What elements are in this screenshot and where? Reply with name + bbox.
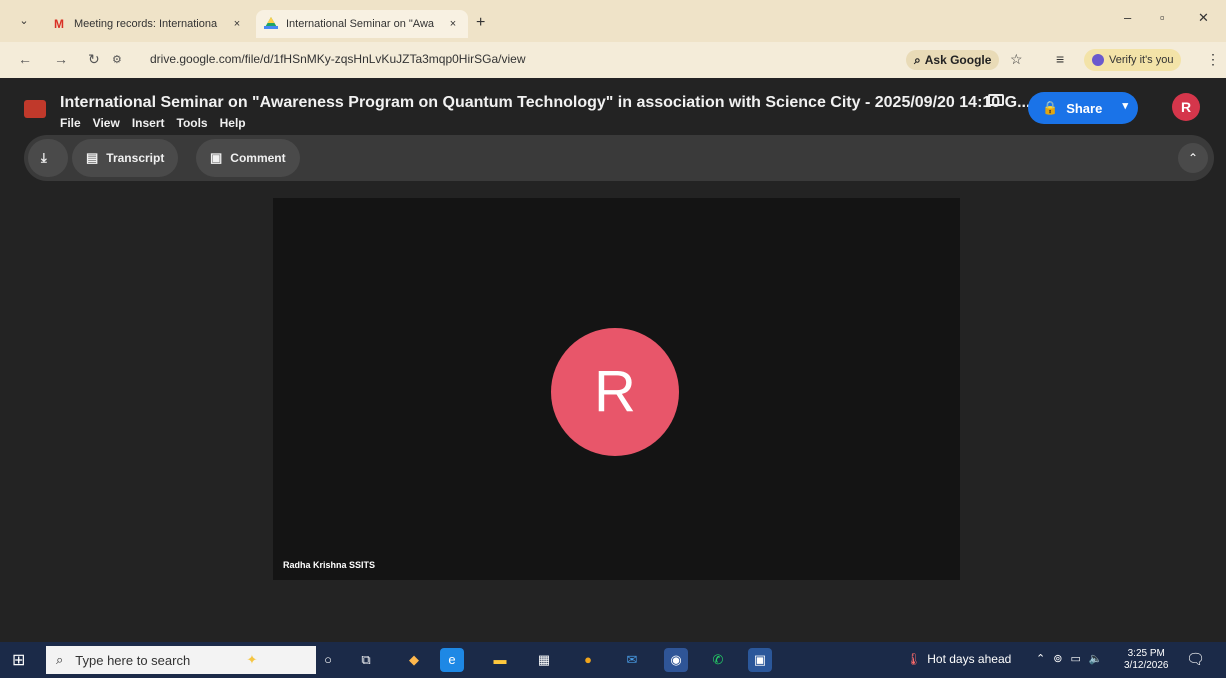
tab-title: Meeting records: Internationa [74, 18, 218, 30]
reload-icon[interactable]: ↻ [88, 51, 100, 68]
clock-date: 3/12/2026 [1124, 660, 1169, 671]
maximize-icon[interactable]: ▫ [1160, 10, 1165, 25]
new-tab-button[interactable]: + [476, 14, 485, 32]
edge-icon[interactable]: e [440, 648, 464, 672]
download-icon: ⤓ [41, 150, 47, 165]
file-explorer-icon[interactable]: ▬ [488, 648, 512, 672]
search-icon: ⌕ [56, 652, 64, 667]
comment-button[interactable]: ▣ Comment [196, 139, 300, 177]
tab-title: International Seminar on "Awa [286, 18, 435, 30]
profile-dot-icon [1092, 54, 1104, 66]
tab-search-chevron-icon[interactable]: ⌄ [14, 12, 34, 30]
network-icon[interactable]: ⊚ [1053, 652, 1062, 665]
windows-taskbar: ⊞ ⌕ Type here to search ✦ ○ ⧉ ◆ e ▬ ▦ ● … [0, 642, 1226, 678]
lock-icon: 🔒 [1042, 100, 1059, 115]
ask-google-label: Ask Google [924, 53, 992, 67]
participant-avatar: R [551, 328, 679, 456]
mail-icon[interactable]: ✉ [620, 648, 644, 672]
thermometer-icon: 🌡 [906, 652, 922, 666]
chrome-icon[interactable]: ◉ [664, 648, 688, 672]
browser-menu-icon[interactable]: ⋮ [1206, 51, 1220, 68]
weather-widget[interactable]: 🌡 Hot days ahead [906, 652, 1011, 666]
search-placeholder: Type here to search [75, 652, 191, 668]
verify-label: Verify it's you [1109, 54, 1174, 66]
video-file-icon [24, 100, 46, 118]
tab-gmail[interactable]: M Meeting records: Internationa × [44, 10, 252, 38]
viewer-toolbar: ⤓ ▤ Transcript ▣ Comment ⌃ [24, 135, 1214, 181]
file-title: International Seminar on "Awareness Prog… [60, 94, 1031, 111]
notification-icon[interactable]: 🗨 [1186, 650, 1205, 668]
minimize-icon[interactable]: – [1124, 10, 1131, 25]
show-hidden-chevron-icon[interactable]: ⌃ [1036, 652, 1045, 665]
weather-label: Hot days ahead [927, 652, 1012, 666]
copilot-icon[interactable]: ◆ [402, 648, 426, 672]
bookmark-star-icon[interactable]: ☆ [1010, 51, 1023, 68]
close-tab-icon[interactable]: × [446, 18, 460, 30]
verify-button[interactable]: Verify it's you [1084, 49, 1182, 71]
menu-help[interactable]: Help [220, 116, 246, 130]
drive-viewer: International Seminar on "Awareness Prog… [0, 78, 1226, 642]
comment-icon: ▣ [210, 150, 223, 165]
menu-insert[interactable]: Insert [132, 116, 165, 130]
menu-bar: File View Insert Tools Help [60, 116, 246, 130]
share-button[interactable]: 🔒 Share ▾ [1028, 92, 1138, 124]
clock-time: 3:25 PM [1127, 648, 1165, 659]
volume-icon[interactable]: 🔈 [1089, 652, 1103, 665]
copilot-sparkle-icon[interactable]: ✦ [240, 648, 264, 672]
ask-google-button[interactable]: ⌕ Ask Google [906, 50, 1000, 70]
chevron-down-icon[interactable]: ▾ [1122, 99, 1128, 112]
url-field[interactable]: drive.google.com/file/d/1fHSnMKy-zqsHnLv… [150, 52, 526, 66]
tab-drive[interactable]: International Seminar on "Awa × [256, 10, 468, 38]
address-bar: ← → ↻ ⚙ drive.google.com/file/d/1fHSnMKy… [0, 42, 1226, 78]
browser-tab-strip: ⌄ M Meeting records: Internationa × Inte… [0, 0, 1226, 42]
transcript-icon: ▤ [86, 150, 99, 165]
windows-start-icon[interactable]: ⊞ [12, 650, 25, 670]
reading-list-icon[interactable]: ≡ [1056, 51, 1064, 67]
participant-name: Radha Krishna SSITS [283, 560, 376, 570]
video-player[interactable]: R Radha Krishna SSITS [273, 198, 960, 580]
battery-icon[interactable]: ▭ [1070, 652, 1080, 665]
whatsapp-icon[interactable]: ✆ [706, 648, 730, 672]
comment-label: Comment [230, 151, 286, 165]
menu-view[interactable]: View [93, 116, 120, 130]
chrome-alt-icon[interactable]: ● [576, 648, 600, 672]
system-tray: ⌃ ⊚ ▭ 🔈 [1036, 652, 1103, 665]
transcript-button[interactable]: ▤ Transcript [72, 139, 179, 177]
transcript-label: Transcript [106, 151, 165, 165]
lens-icon: ⌕ [914, 52, 921, 67]
account-avatar[interactable]: R [1172, 93, 1200, 121]
clock[interactable]: 3:25 PM 3/12/2026 [1124, 648, 1169, 672]
task-view-icon[interactable]: ⧉ [354, 648, 378, 672]
share-label: Share [1066, 100, 1103, 116]
present-icon[interactable] [988, 94, 1004, 106]
forward-icon[interactable]: → [54, 51, 68, 67]
back-icon[interactable]: ← [18, 51, 32, 67]
menu-tools[interactable]: Tools [177, 116, 208, 130]
store-icon[interactable]: ▦ [532, 648, 556, 672]
close-window-icon[interactable]: ✕ [1198, 10, 1209, 26]
collapse-toolbar-chevron-up-icon[interactable]: ⌃ [1178, 143, 1208, 173]
menu-file[interactable]: File [60, 116, 81, 130]
download-button[interactable]: ⤓ [28, 139, 68, 177]
app-icon[interactable]: ▣ [748, 648, 772, 672]
gmail-icon: M [54, 17, 64, 31]
drive-icon [264, 17, 278, 31]
taskbar-search[interactable]: ⌕ Type here to search [46, 646, 316, 674]
cortana-icon[interactable]: ○ [316, 648, 340, 672]
site-info-icon[interactable]: ⚙ [112, 53, 122, 66]
close-tab-icon[interactable]: × [230, 18, 244, 30]
